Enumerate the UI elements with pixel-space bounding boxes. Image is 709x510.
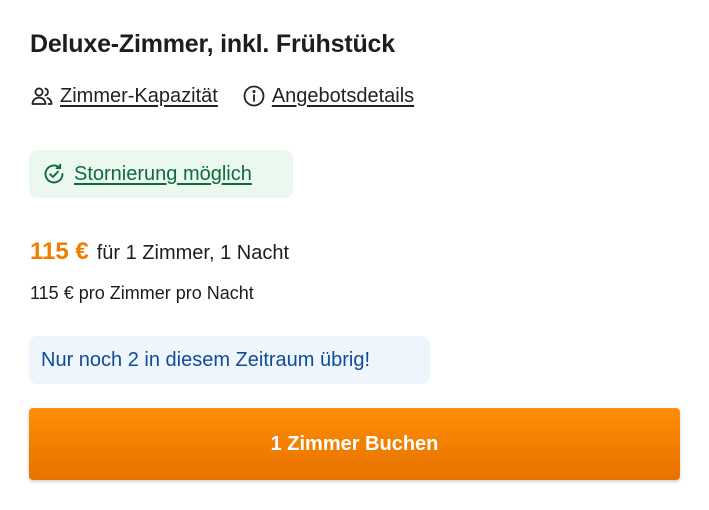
offer-details-label: Angebotsdetails (271, 84, 415, 107)
availability-notice: Nur noch 2 in diesem Zeitraum übrig! (29, 336, 430, 384)
book-button[interactable]: 1 Zimmer Buchen (29, 408, 680, 480)
capacity-link[interactable]: Zimmer-Kapazität (30, 84, 218, 108)
price-row: 115 € für 1 Zimmer, 1 Nacht (30, 238, 289, 266)
cancellation-label: Stornierung möglich (74, 162, 252, 185)
price-per-night: 115 € pro Zimmer pro Nacht (30, 283, 254, 303)
price-description: für 1 Zimmer, 1 Nacht (96, 242, 290, 264)
offer-details-link[interactable]: Angebotsdetails (242, 84, 414, 108)
room-info-links: Zimmer-Kapazität Angebotsdetails (30, 84, 414, 108)
info-icon (242, 84, 266, 108)
price-amount: 115 € (30, 238, 89, 265)
room-title: Deluxe-Zimmer, inkl. Frühstück (30, 30, 395, 58)
users-icon (30, 84, 54, 108)
refresh-check-icon (42, 162, 66, 186)
capacity-label: Zimmer-Kapazität (60, 84, 218, 107)
cancellation-badge[interactable]: Stornierung möglich (29, 150, 293, 198)
